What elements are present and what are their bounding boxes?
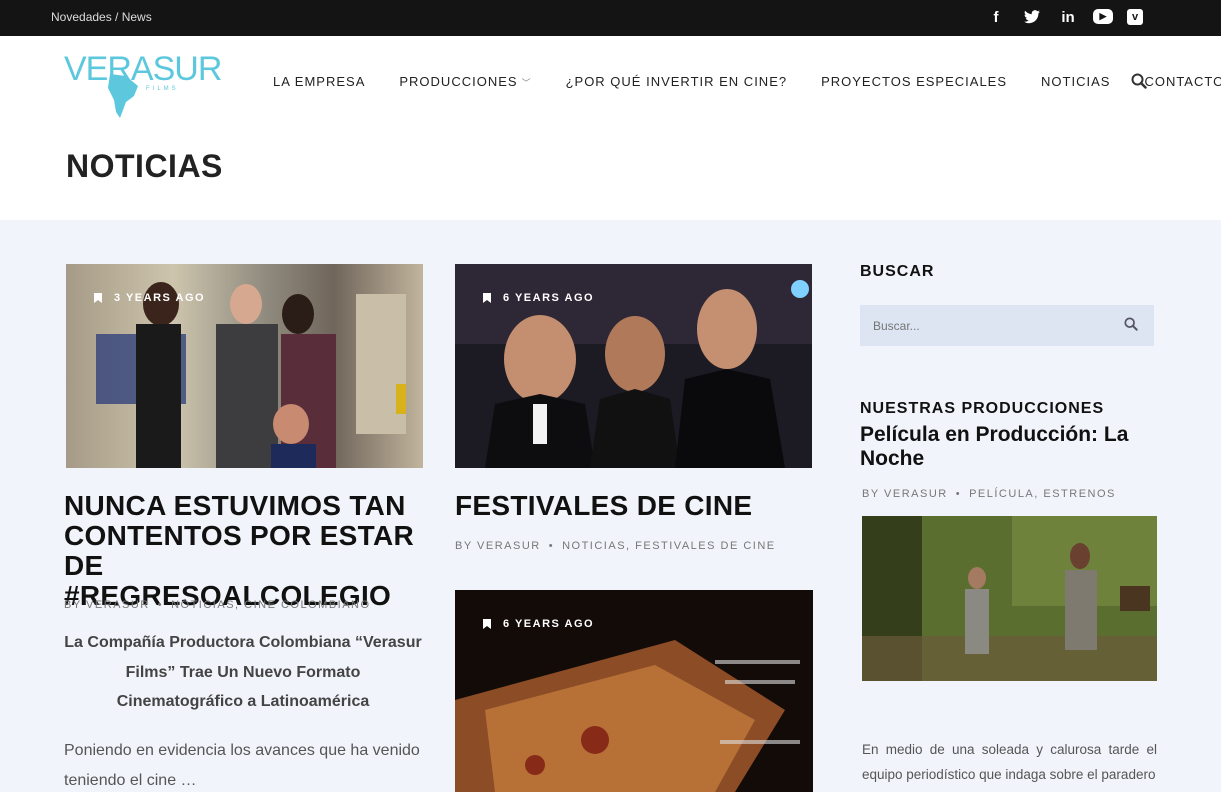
post-age: 3 YEARS AGO xyxy=(114,292,206,304)
nav-item-producciones[interactable]: PRODUCCIONES ﹀ xyxy=(399,74,531,89)
post-meta: BY VERASUR • NOTICIAS, FESTIVALES DE CINE xyxy=(455,540,776,552)
main-nav: LA EMPRESA PRODUCCIONES ﹀ ¿POR QUÉ INVERT… xyxy=(273,73,1221,89)
post-date-badge: 3 YEARS AGO xyxy=(94,292,205,304)
nav-item-producciones-label: PRODUCCIONES xyxy=(399,74,518,89)
production-excerpt: En medio de una soleada y calurosa tarde… xyxy=(862,742,1157,782)
site-header: VERASUR FILMS LA EMPRESA PRODUCCIONES ﹀ ¿… xyxy=(0,36,1221,220)
post-title[interactable]: NUNCA ESTUVIMOS TAN CONTENTOS POR ESTAR … xyxy=(64,491,424,611)
page-title: NOTICIAS xyxy=(66,148,223,184)
post-excerpt-lead: La Compañía Productora Colombiana “Veras… xyxy=(64,634,422,710)
photo-illustration xyxy=(862,516,1157,681)
south-america-map-icon xyxy=(108,74,138,118)
nav-item-la-empresa[interactable]: LA EMPRESA xyxy=(273,74,365,89)
producciones-heading: NUESTRAS PRODUCCIONES xyxy=(860,400,1105,417)
search-icon[interactable] xyxy=(1124,317,1138,336)
post-excerpt: Poniendo en evidencia los avances que ha… xyxy=(64,742,420,789)
separator-dot: • xyxy=(548,540,555,552)
vimeo-icon[interactable]: v xyxy=(1127,9,1143,25)
post-categories[interactable]: NOTICIAS, CINE COLOMBIANO xyxy=(171,599,370,611)
search-heading: BUSCAR xyxy=(860,263,935,280)
social-links: f in ▶ v xyxy=(985,6,1143,28)
linkedin-icon[interactable]: in xyxy=(1057,6,1079,28)
post-image-festivales[interactable]: 6 YEARS AGO xyxy=(455,264,812,468)
post-date-badge: 6 YEARS AGO xyxy=(483,292,594,304)
post-date-badge: 6 YEARS AGO xyxy=(483,618,594,630)
nav-item-proyectos[interactable]: PROYECTOS ESPECIALES xyxy=(821,74,1007,89)
youtube-icon[interactable]: ▶ xyxy=(1093,9,1113,24)
separator-dot: • xyxy=(157,599,164,611)
production-author[interactable]: BY VERASUR xyxy=(862,488,948,500)
post-title[interactable]: FESTIVALES DE CINE xyxy=(455,491,815,521)
nav-item-noticias[interactable]: NOTICIAS xyxy=(1041,74,1110,89)
post-author[interactable]: BY VERASUR xyxy=(455,540,541,552)
verasur-logo[interactable]: VERASUR FILMS xyxy=(64,46,222,121)
breadcrumb[interactable]: Novedades / News xyxy=(51,10,152,24)
search-input[interactable] xyxy=(860,305,1100,346)
bookmark-icon xyxy=(483,293,491,303)
bookmark-icon xyxy=(483,619,491,629)
sidebar-search xyxy=(860,305,1154,346)
twitter-icon[interactable] xyxy=(1021,6,1043,28)
production-image[interactable] xyxy=(862,516,1157,681)
separator-dot: • xyxy=(955,488,962,500)
top-bar: Novedades / News f in ▶ v xyxy=(0,0,1221,36)
post-image-poster[interactable]: 6 YEARS AGO xyxy=(455,590,813,792)
facebook-icon[interactable]: f xyxy=(985,6,1007,28)
logo-subtitle: FILMS xyxy=(146,86,179,92)
post-image-regreso-al-colegio[interactable]: 3 YEARS AGO xyxy=(66,264,423,468)
production-meta: BY VERASUR • PELÍCULA, ESTRENOS xyxy=(862,488,1116,500)
nav-item-contacto[interactable]: CONTACTO xyxy=(1144,74,1221,89)
search-icon[interactable] xyxy=(1131,73,1147,94)
bookmark-icon xyxy=(94,293,102,303)
chevron-down-icon: ﹀ xyxy=(521,78,532,88)
nav-item-invertir[interactable]: ¿POR QUÉ INVERTIR EN CINE? xyxy=(566,74,788,89)
post-meta: BY VERASUR • NOTICIAS, CINE COLOMBIANO xyxy=(64,599,371,611)
post-author[interactable]: BY VERASUR xyxy=(64,599,150,611)
production-title[interactable]: Película en Producción: La Noche xyxy=(860,423,1160,471)
post-age: 6 YEARS AGO xyxy=(503,292,595,304)
post-age: 6 YEARS AGO xyxy=(503,618,595,630)
post-categories[interactable]: NOTICIAS, FESTIVALES DE CINE xyxy=(562,540,776,552)
production-categories[interactable]: PELÍCULA, ESTRENOS xyxy=(969,488,1116,500)
